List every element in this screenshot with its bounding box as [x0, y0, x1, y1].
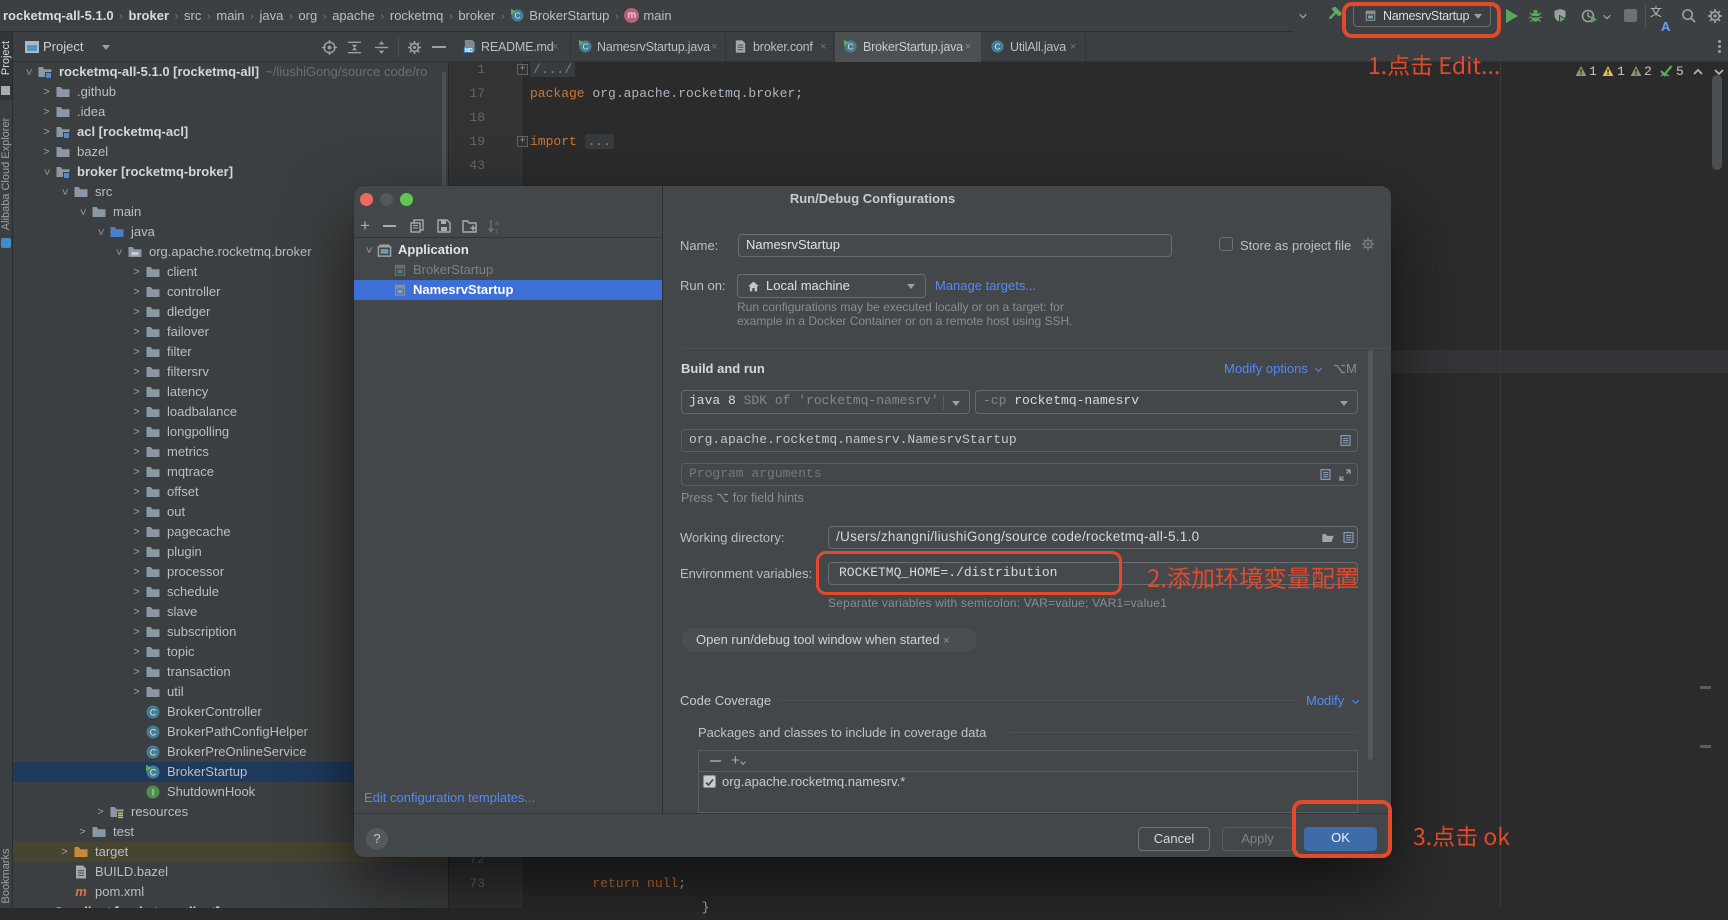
svg-text:a: a	[495, 220, 499, 227]
svg-text:z: z	[495, 228, 498, 234]
